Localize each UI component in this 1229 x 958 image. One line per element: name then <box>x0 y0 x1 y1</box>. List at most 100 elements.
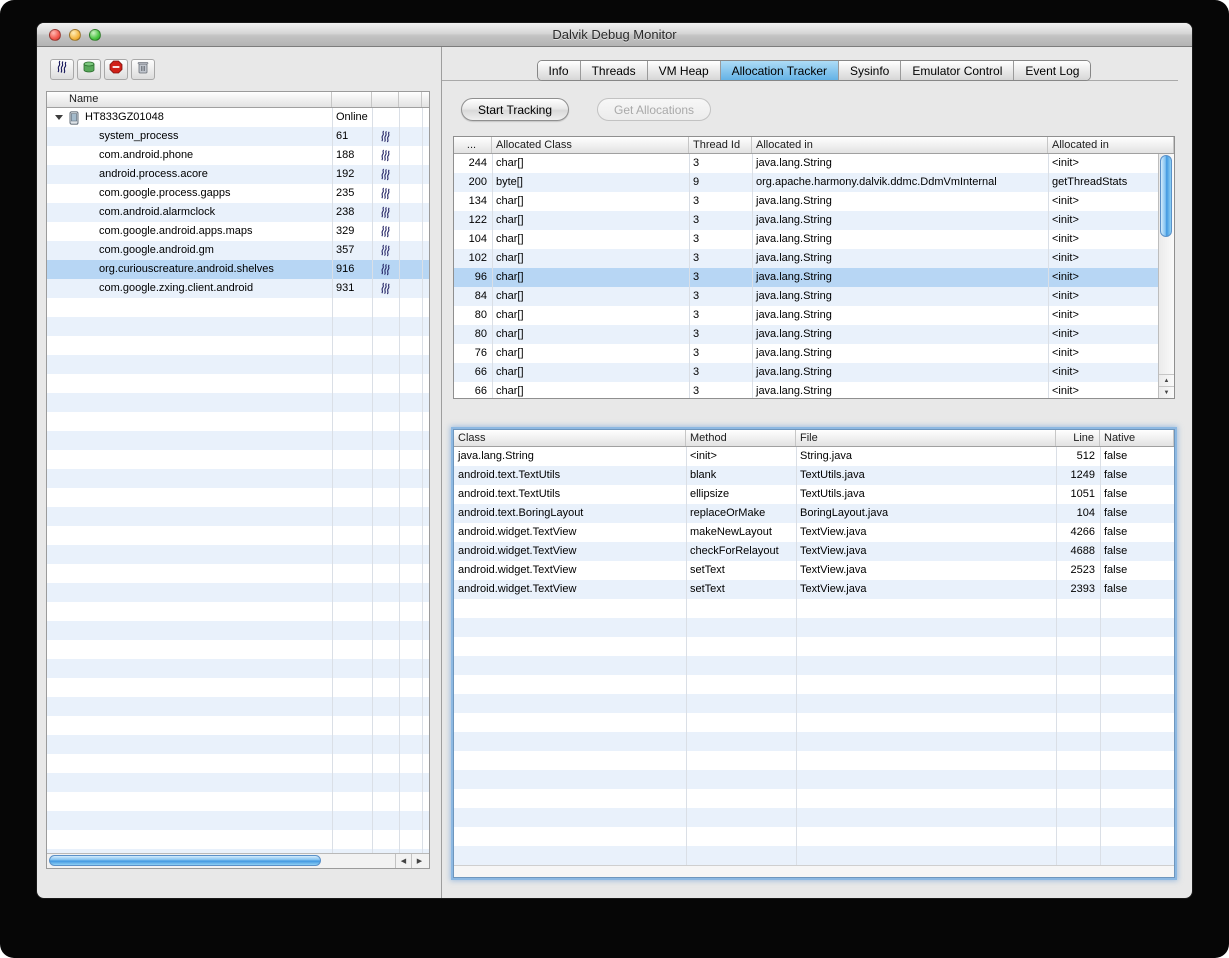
tab[interactable]: Emulator Control <box>901 61 1015 80</box>
process-pid: 192 <box>336 168 355 180</box>
tab[interactable]: VM Heap <box>647 61 721 80</box>
column-header-extra[interactable] <box>399 92 422 107</box>
frame-file: String.java <box>800 450 852 462</box>
allocation-in-class: org.apache.harmony.dalvik.ddmc.DdmVmInte… <box>756 176 997 188</box>
horizontal-scrollbar[interactable]: ◀ ▶ <box>47 853 429 868</box>
stack-frame-row[interactable]: android.widget.TextView checkForRelayout… <box>454 542 1174 561</box>
column-header-class[interactable]: Class <box>454 430 686 446</box>
process-pid: 188 <box>336 149 355 161</box>
get-allocations-button[interactable]: Get Allocations <box>597 98 712 121</box>
cause-gc-icon <box>136 60 150 79</box>
process-row[interactable]: com.android.alarmclock 238 <box>47 203 429 222</box>
tab[interactable]: Event Log <box>1014 61 1091 80</box>
thread-updates-icon <box>55 60 69 79</box>
close-button[interactable] <box>49 29 61 41</box>
tab[interactable]: Threads <box>580 61 648 80</box>
horizontal-scrollbar-track[interactable] <box>454 865 1174 877</box>
allocation-row[interactable]: 84 char[] 3 java.lang.String <init> <box>454 287 1158 306</box>
frame-native: false <box>1104 583 1128 595</box>
allocation-row[interactable]: 102 char[] 3 java.lang.String <init> <box>454 249 1158 268</box>
allocation-row[interactable]: 122 char[] 3 java.lang.String <init> <box>454 211 1158 230</box>
allocation-row[interactable]: 80 char[] 3 java.lang.String <init> <box>454 306 1158 325</box>
allocation-row[interactable]: 104 char[] 3 java.lang.String <init> <box>454 230 1158 249</box>
allocation-row[interactable]: 76 char[] 3 java.lang.String <init> <box>454 344 1158 363</box>
frame-file: TextView.java <box>800 583 867 595</box>
column-header-method[interactable]: Method <box>686 430 796 446</box>
allocation-row[interactable]: 66 char[] 3 java.lang.String <init> <box>454 363 1158 382</box>
split-sash[interactable] <box>441 47 442 898</box>
allocation-row[interactable]: 96 char[] 3 java.lang.String <init> <box>454 268 1158 287</box>
allocation-row[interactable]: 200 byte[] 9 org.apache.harmony.dalvik.d… <box>454 173 1158 192</box>
column-header-name[interactable]: Name <box>47 92 332 107</box>
scrollbar-thumb[interactable] <box>49 855 321 866</box>
allocation-row[interactable]: 66 char[] 3 java.lang.String <init> <box>454 382 1158 398</box>
column-header-allocated-class[interactable]: Allocated Class <box>492 137 689 153</box>
scroll-right-button[interactable]: ▶ <box>411 854 427 868</box>
allocation-in-method: <init> <box>1052 214 1079 226</box>
stack-frame-row[interactable]: java.lang.String <init> String.java 512 … <box>454 447 1174 466</box>
column-header-thread-id[interactable]: Thread Id <box>689 137 752 153</box>
device-name: HT833GZ01048 <box>85 111 164 123</box>
titlebar[interactable]: Dalvik Debug Monitor <box>37 23 1192 47</box>
tab-group: Info Threads VM Heap Allocation Tracker … <box>536 60 1092 81</box>
start-tracking-button[interactable]: Start Tracking <box>461 98 570 121</box>
disclosure-triangle-icon[interactable] <box>55 115 63 120</box>
stack-frame-row[interactable]: android.widget.TextView setText TextView… <box>454 561 1174 580</box>
tab[interactable]: Allocation Tracker <box>720 61 839 80</box>
device-row[interactable]: HT833GZ01048 Online <box>47 108 429 127</box>
update-heap-button[interactable] <box>77 59 101 80</box>
thread-updates-icon <box>372 165 399 184</box>
device-table-header: Name <box>47 92 429 108</box>
stack-frame-row[interactable]: android.text.TextUtils blank TextUtils.j… <box>454 466 1174 485</box>
stack-frame-row[interactable]: android.text.TextUtils ellipsize TextUti… <box>454 485 1174 504</box>
frame-class: android.text.TextUtils <box>458 488 561 500</box>
allocation-row[interactable]: 80 char[] 3 java.lang.String <init> <box>454 325 1158 344</box>
process-row[interactable]: com.google.zxing.client.android 931 <box>47 279 429 298</box>
column-header-pid[interactable] <box>332 92 372 107</box>
process-row[interactable]: com.google.android.gm 357 <box>47 241 429 260</box>
stack-frame-row[interactable]: android.widget.TextView setText TextView… <box>454 580 1174 599</box>
thread-updates-icon <box>372 146 399 165</box>
allocation-in-class: java.lang.String <box>756 195 832 207</box>
allocation-row[interactable]: 134 char[] 3 java.lang.String <init> <box>454 192 1158 211</box>
thread-updates-button[interactable] <box>50 59 74 80</box>
column-header-allocated-in-class[interactable]: Allocated in <box>752 137 1048 153</box>
allocation-size: 122 <box>468 214 487 226</box>
allocation-class: byte[] <box>496 176 523 188</box>
allocation-thread-id: 3 <box>693 366 700 378</box>
tab[interactable]: Info <box>537 61 581 80</box>
scroll-up-button[interactable]: ▲ <box>1159 374 1174 386</box>
allocation-in-method: <init> <box>1052 309 1079 321</box>
scroll-down-button[interactable]: ▼ <box>1159 386 1174 398</box>
column-header-native[interactable]: Native <box>1100 430 1174 446</box>
process-row[interactable]: com.google.process.gapps 235 <box>47 184 429 203</box>
process-row[interactable]: org.curiouscreature.android.shelves 916 <box>47 260 429 279</box>
process-name: com.google.android.gm <box>99 244 214 256</box>
process-row[interactable]: com.google.android.apps.maps 329 <box>47 222 429 241</box>
column-header-size[interactable]: ... <box>454 137 492 153</box>
process-name: org.curiouscreature.android.shelves <box>99 263 274 275</box>
halt-process-button[interactable] <box>104 59 128 80</box>
column-header-file[interactable]: File <box>796 430 1056 446</box>
process-row[interactable]: system_process 61 <box>47 127 429 146</box>
scrollbar-thumb[interactable] <box>1160 155 1172 237</box>
column-header-allocated-in-method[interactable]: Allocated in <box>1048 137 1174 153</box>
zoom-button[interactable] <box>89 29 101 41</box>
allocation-size: 96 <box>474 271 487 283</box>
column-header-line[interactable]: Line <box>1056 430 1100 446</box>
process-row[interactable]: android.process.acore 192 <box>47 165 429 184</box>
allocation-in-method: <init> <box>1052 157 1079 169</box>
allocation-row[interactable]: 244 char[] 3 java.lang.String <init> <box>454 154 1158 173</box>
vertical-scrollbar[interactable]: ▲ ▼ <box>1158 154 1174 398</box>
column-header-status-icon[interactable] <box>372 92 399 107</box>
traffic-lights <box>49 29 101 41</box>
process-row[interactable]: com.android.phone 188 <box>47 146 429 165</box>
cause-gc-button[interactable] <box>131 59 155 80</box>
tab[interactable]: Sysinfo <box>839 61 902 80</box>
stack-frame-row[interactable]: android.text.BoringLayout replaceOrMake … <box>454 504 1174 523</box>
stack-frame-row[interactable]: android.widget.TextView makeNewLayout Te… <box>454 523 1174 542</box>
device-toolbar <box>50 59 155 80</box>
minimize-button[interactable] <box>69 29 81 41</box>
frame-line: 2523 <box>1070 564 1095 576</box>
scroll-left-button[interactable]: ◀ <box>395 854 411 868</box>
